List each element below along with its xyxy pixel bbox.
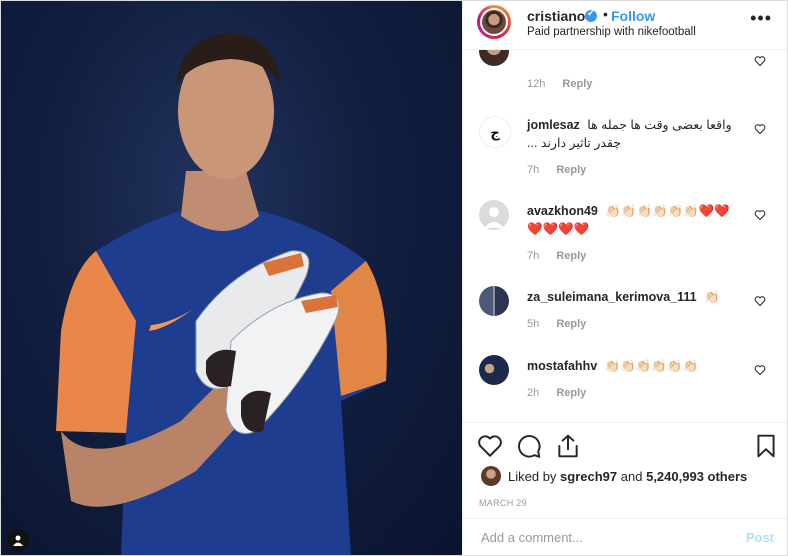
- share-icon[interactable]: [555, 433, 581, 459]
- author-username[interactable]: cristiano: [527, 8, 585, 24]
- post-panel: cristiano • Follow Paid partnership with…: [462, 1, 787, 555]
- reply-button[interactable]: Reply: [556, 164, 586, 176]
- author-avatar[interactable]: [477, 5, 511, 39]
- comment-username[interactable]: avazkhon49: [527, 204, 598, 218]
- comment-meta: 7h Reply: [527, 250, 600, 262]
- comment-username[interactable]: jomlesaz: [527, 118, 580, 132]
- post-header: cristiano • Follow Paid partnership with…: [463, 1, 787, 50]
- liker-username[interactable]: sgrech97: [560, 469, 617, 484]
- heart-icon[interactable]: [477, 433, 503, 459]
- comment-meta: 2h Reply: [527, 387, 600, 399]
- reply-button[interactable]: Reply: [556, 318, 586, 330]
- user-tag-icon[interactable]: [7, 529, 29, 551]
- post-comment-button[interactable]: Post: [746, 530, 774, 545]
- svg-text:ج: ج: [490, 126, 500, 141]
- post-actions: Liked by sgrech97 and 5,240,993 others M…: [463, 422, 787, 555]
- comment-avatar[interactable]: [479, 286, 509, 316]
- more-options-icon[interactable]: •••: [750, 8, 772, 29]
- comment-meta: 12h Reply: [527, 78, 606, 90]
- add-comment-input[interactable]: [479, 529, 723, 546]
- like-comment-icon[interactable]: [754, 123, 766, 135]
- comments-list[interactable]: 12h Reply ج jomlesaz واقعا بعضی وقت ها ج…: [463, 50, 787, 422]
- comment-body: 👏🏻: [704, 290, 720, 304]
- separator-dot: •: [603, 6, 608, 22]
- comment-text: za_suleimana_kerimova_111 👏🏻: [527, 288, 737, 306]
- bookmark-icon[interactable]: [753, 433, 779, 459]
- add-comment-bar: Post: [463, 518, 787, 555]
- comment-time: 7h: [527, 164, 540, 176]
- reply-button[interactable]: Reply: [562, 78, 592, 90]
- follow-button[interactable]: Follow: [611, 8, 655, 24]
- likes-prefix: Liked by: [508, 469, 557, 484]
- comment-meta: 7h Reply: [527, 164, 600, 176]
- comment-meta: 5h Reply: [527, 318, 600, 330]
- paid-partnership-label[interactable]: Paid partnership with nikefootball: [527, 26, 696, 38]
- comment-username[interactable]: za_suleimana_kerimova_111: [527, 290, 697, 304]
- player-illustration: [56, 33, 387, 555]
- comment-text: mostafahhv 👏🏻👏🏻👏🏻👏🏻👏🏻👏🏻: [527, 357, 737, 375]
- like-comment-icon[interactable]: [754, 209, 766, 221]
- reply-button[interactable]: Reply: [556, 387, 586, 399]
- comment-time: 7h: [527, 250, 540, 262]
- comment-time: 2h: [527, 387, 540, 399]
- comment-time: 5h: [527, 318, 540, 330]
- likes-count[interactable]: 5,240,993 others: [646, 469, 747, 484]
- like-comment-icon[interactable]: [754, 55, 766, 67]
- comment-avatar[interactable]: ج: [479, 116, 511, 148]
- like-comment-icon[interactable]: [754, 364, 766, 376]
- liker-avatar[interactable]: [481, 466, 501, 486]
- comment-username[interactable]: mostafahhv: [527, 359, 597, 373]
- comment-text: jomlesaz واقعا بعضی وقت ها جمله ها چقدر …: [527, 116, 737, 152]
- comment-text: avazkhon49 👏🏻👏🏻👏🏻👏🏻👏🏻👏🏻❤️❤️❤️❤️❤️❤️: [527, 202, 737, 238]
- post-photo[interactable]: [1, 1, 462, 555]
- verified-icon: [585, 8, 597, 22]
- comment-time: 12h: [527, 78, 546, 90]
- likes-text: Liked by sgrech97 and 5,240,993 others: [508, 469, 747, 484]
- comment-avatar[interactable]: [479, 355, 509, 385]
- post-date[interactable]: MARCH 29: [479, 498, 527, 508]
- instagram-post: cristiano • Follow Paid partnership with…: [0, 0, 788, 556]
- comment-avatar[interactable]: [479, 200, 509, 230]
- like-comment-icon[interactable]: [754, 295, 766, 307]
- comment-body: 👏🏻👏🏻👏🏻👏🏻👏🏻👏🏻: [604, 359, 699, 373]
- comment-icon[interactable]: [516, 433, 542, 459]
- likes-and: and: [620, 469, 643, 484]
- reply-button[interactable]: Reply: [556, 250, 586, 262]
- comment-avatar[interactable]: [479, 50, 509, 66]
